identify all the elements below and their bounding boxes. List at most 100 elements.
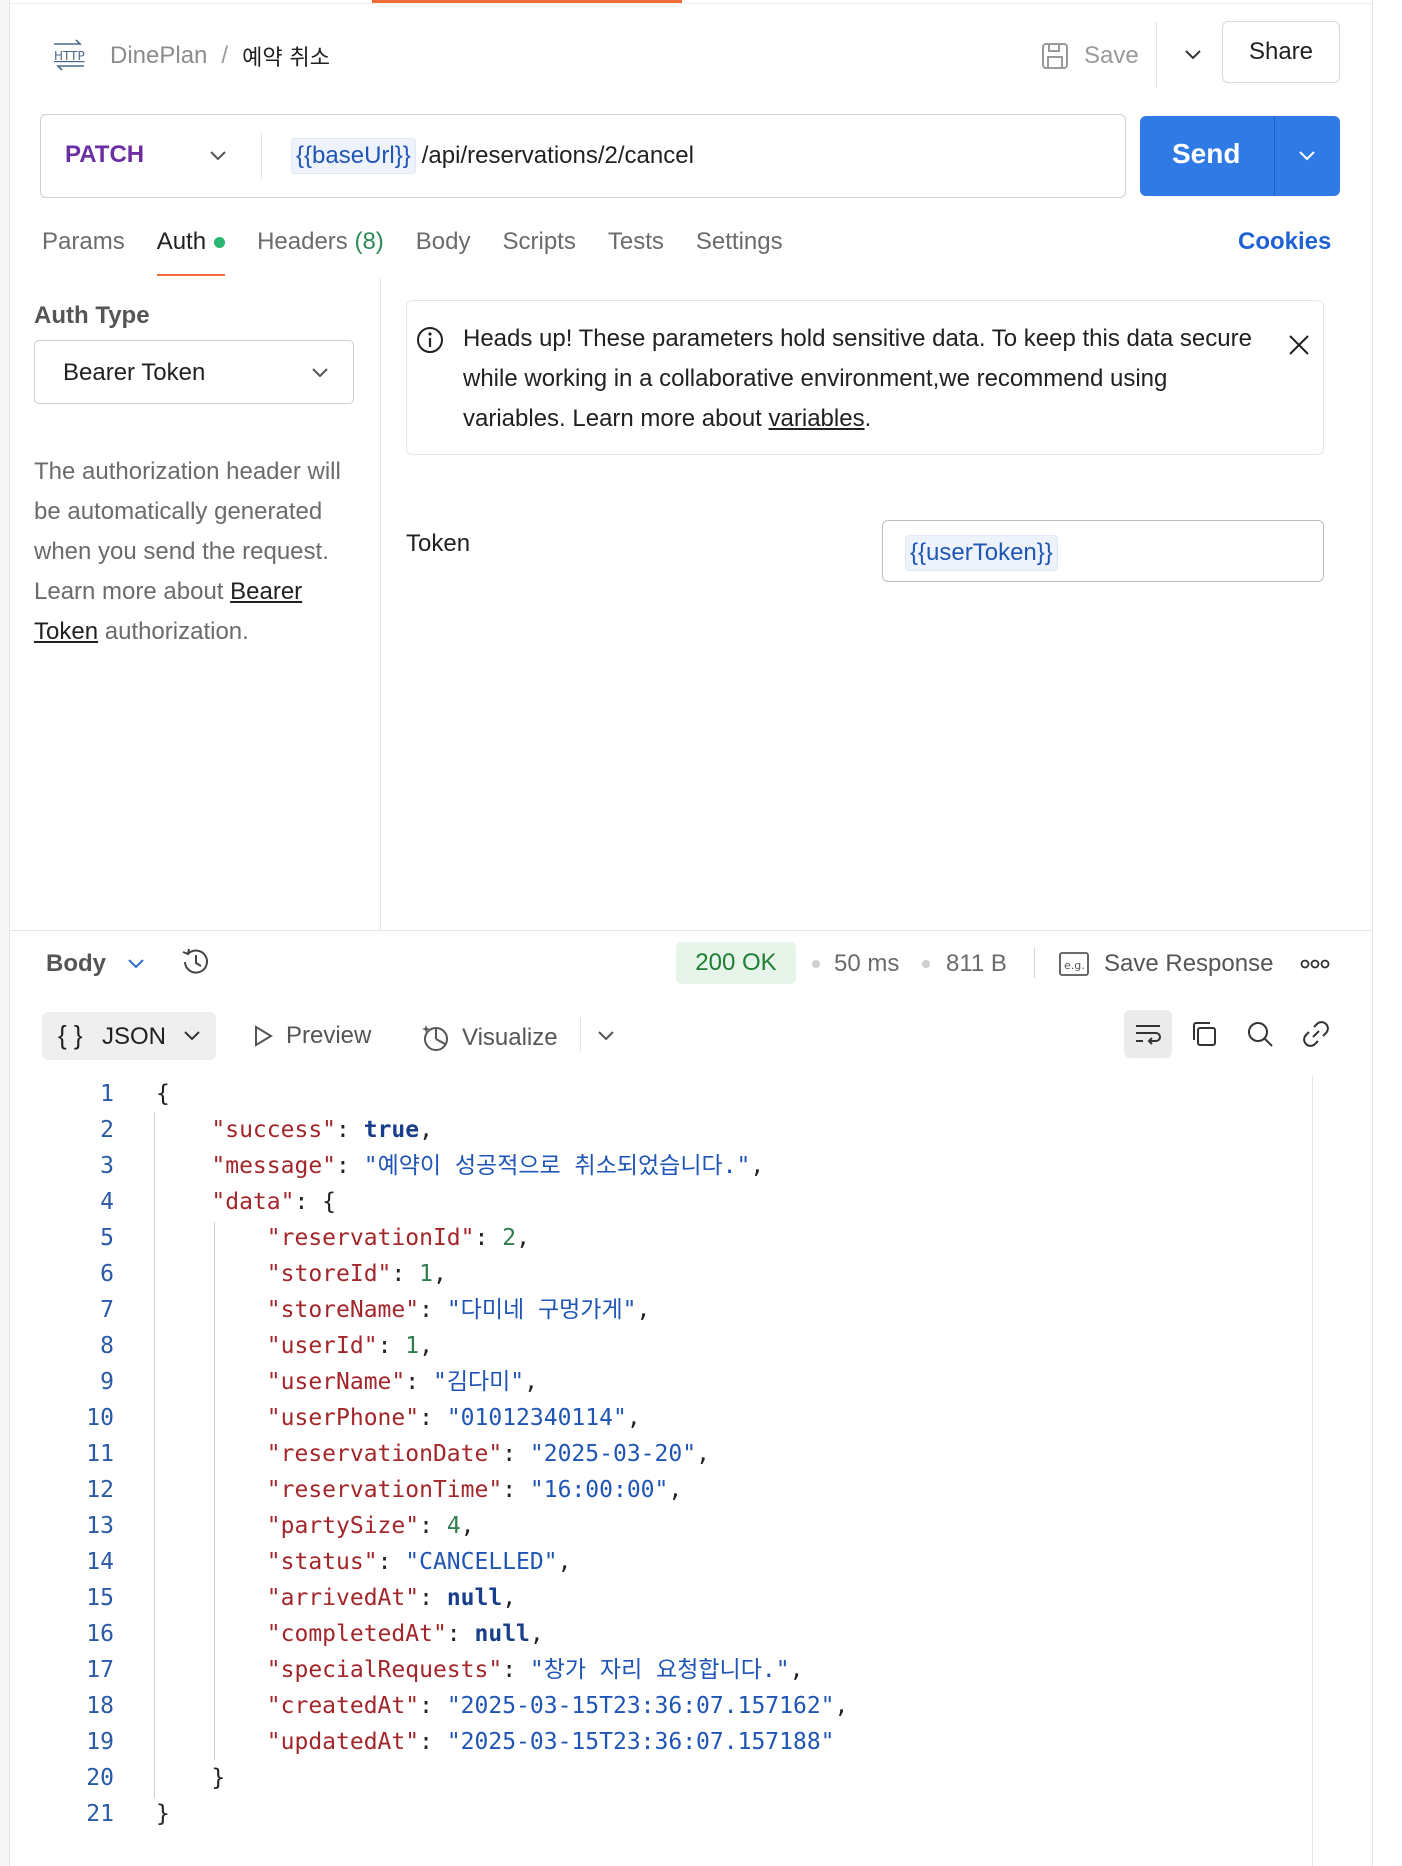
code-token: "2025-03-15T23:36:07.157188"	[446, 1729, 835, 1755]
search-icon	[1248, 1022, 1273, 1047]
code-text: "updatedAt": "2025-03-15T23:36:07.157188…	[156, 1724, 835, 1760]
code-token: "16:00:00"	[529, 1477, 669, 1503]
more-icon[interactable]	[1298, 954, 1332, 974]
preview-button[interactable]: Preview	[250, 1022, 371, 1050]
url-bar: PATCH {{baseUrl}} /api/reservations/2/ca…	[40, 114, 1126, 198]
headers-count: (8)	[354, 228, 384, 255]
code-token: 1	[419, 1261, 433, 1287]
code-token: "예약이 성공적으로 취소되었습니다."	[363, 1153, 751, 1179]
code-line: 12 "reservationTime": "16:00:00",	[60, 1472, 1330, 1508]
link-button[interactable]	[1292, 1010, 1340, 1058]
method-select[interactable]: PATCH	[65, 141, 144, 169]
line-number: 4	[100, 1189, 114, 1215]
tab-params[interactable]: Params	[42, 228, 125, 256]
tab-scripts[interactable]: Scripts	[503, 228, 576, 256]
code-token: 2	[502, 1225, 517, 1251]
tab-auth[interactable]: Auth	[156, 228, 226, 276]
chevron-down-icon[interactable]	[122, 950, 150, 978]
tab-headers[interactable]: Headers (8)	[257, 228, 384, 256]
line-number: 17	[86, 1657, 114, 1683]
code-token: }	[156, 1765, 226, 1791]
status-dot-icon	[214, 237, 226, 249]
request-header: HTTP DinePlan / 예약 취소 Save Share	[10, 4, 1372, 100]
code-text: {	[156, 1076, 170, 1112]
code-line: 5 "reservationId": 2,	[60, 1220, 1330, 1256]
play-icon	[255, 1025, 273, 1047]
code-token: :	[502, 1657, 530, 1683]
auth-type-select[interactable]: Bearer Token	[34, 340, 354, 404]
chevron-down-icon[interactable]	[1292, 141, 1322, 171]
response-code-viewer[interactable]: 1{2 "success": true, 3 "message": "예약이 성공…	[60, 1076, 1330, 1832]
tab-headers-label: Headers	[257, 228, 348, 255]
tab-auth-label: Auth	[156, 228, 207, 255]
tab-settings[interactable]: Settings	[696, 228, 783, 256]
right-scroll-gutter[interactable]	[1372, 0, 1402, 1866]
code-token: "message"	[211, 1153, 337, 1179]
search-button[interactable]	[1236, 1010, 1284, 1058]
code-text: "completedAt": null,	[156, 1616, 544, 1652]
divider	[261, 133, 262, 179]
auth-description-end: authorization.	[98, 618, 249, 645]
code-token: 4	[446, 1513, 461, 1539]
tab-body[interactable]: Body	[416, 228, 471, 256]
code-line: 18 "createdAt": "2025-03-15T23:36:07.157…	[60, 1688, 1330, 1724]
url-variable[interactable]: {{baseUrl}}	[291, 138, 416, 174]
code-token: ,	[529, 1621, 544, 1647]
chevron-down-icon[interactable]	[203, 141, 233, 171]
tab-tests[interactable]: Tests	[608, 228, 664, 256]
code-token: :	[446, 1621, 475, 1647]
chevron-down-icon[interactable]	[1178, 40, 1208, 70]
code-token: "storeName"	[266, 1297, 420, 1323]
line-number: 18	[86, 1693, 114, 1719]
code-line: 14 "status": "CANCELLED",	[60, 1544, 1330, 1580]
variables-link[interactable]: variables	[769, 405, 865, 432]
request-tabs: Params Auth Headers (8) Body Scripts Tes…	[42, 228, 815, 276]
wrap-lines-button[interactable]	[1124, 1010, 1172, 1058]
chevron-down-icon[interactable]	[592, 1022, 620, 1050]
code-token: ,	[516, 1225, 530, 1251]
divider	[10, 930, 1372, 931]
cookies-link[interactable]: Cookies	[1238, 228, 1331, 256]
line-number: 13	[86, 1513, 114, 1539]
code-token: "updatedAt"	[266, 1729, 420, 1755]
request-name[interactable]: 예약 취소	[242, 40, 330, 72]
chevron-down-icon	[184, 1031, 200, 1041]
visualize-icon	[422, 1025, 448, 1051]
code-text: }	[156, 1760, 225, 1796]
close-icon[interactable]	[1285, 331, 1313, 359]
save-button[interactable]: Save	[1040, 34, 1139, 78]
share-button[interactable]: Share	[1222, 21, 1340, 83]
token-variable[interactable]: {{userToken}}	[905, 535, 1058, 571]
code-text: "reservationTime": "16:00:00",	[156, 1472, 682, 1508]
divider	[380, 278, 381, 930]
token-label: Token	[406, 530, 471, 557]
code-text: "data": {	[156, 1184, 336, 1220]
send-button[interactable]: Send	[1140, 116, 1340, 196]
response-time[interactable]: 50 ms	[834, 950, 899, 978]
code-token: ,	[419, 1333, 433, 1359]
token-input[interactable]: {{userToken}}	[882, 520, 1324, 582]
status-badge[interactable]: 200 OK	[676, 942, 796, 984]
copy-button[interactable]	[1180, 1010, 1228, 1058]
history-icon[interactable]	[178, 944, 214, 980]
visualize-button[interactable]: Visualize	[420, 1022, 558, 1054]
code-text: "createdAt": "2025-03-15T23:36:07.157162…	[156, 1688, 849, 1724]
url-input[interactable]: {{baseUrl}} /api/reservations/2/cancel	[291, 138, 694, 174]
code-text: "userId": 1,	[156, 1328, 433, 1364]
code-token: "김다미"	[432, 1369, 525, 1395]
code-token: "specialRequests"	[266, 1657, 503, 1683]
url-path: /api/reservations/2/cancel	[421, 142, 694, 169]
save-response-button[interactable]: Save Response	[1104, 950, 1273, 978]
format-select[interactable]: { } JSON	[42, 1012, 216, 1060]
response-size[interactable]: 811 B	[946, 950, 1007, 978]
code-token: ,	[834, 1693, 849, 1719]
divider	[1274, 116, 1275, 196]
response-body-tab[interactable]: Body	[46, 950, 106, 978]
breadcrumb-collection[interactable]: DinePlan	[110, 42, 207, 70]
code-token: ,	[524, 1369, 539, 1395]
